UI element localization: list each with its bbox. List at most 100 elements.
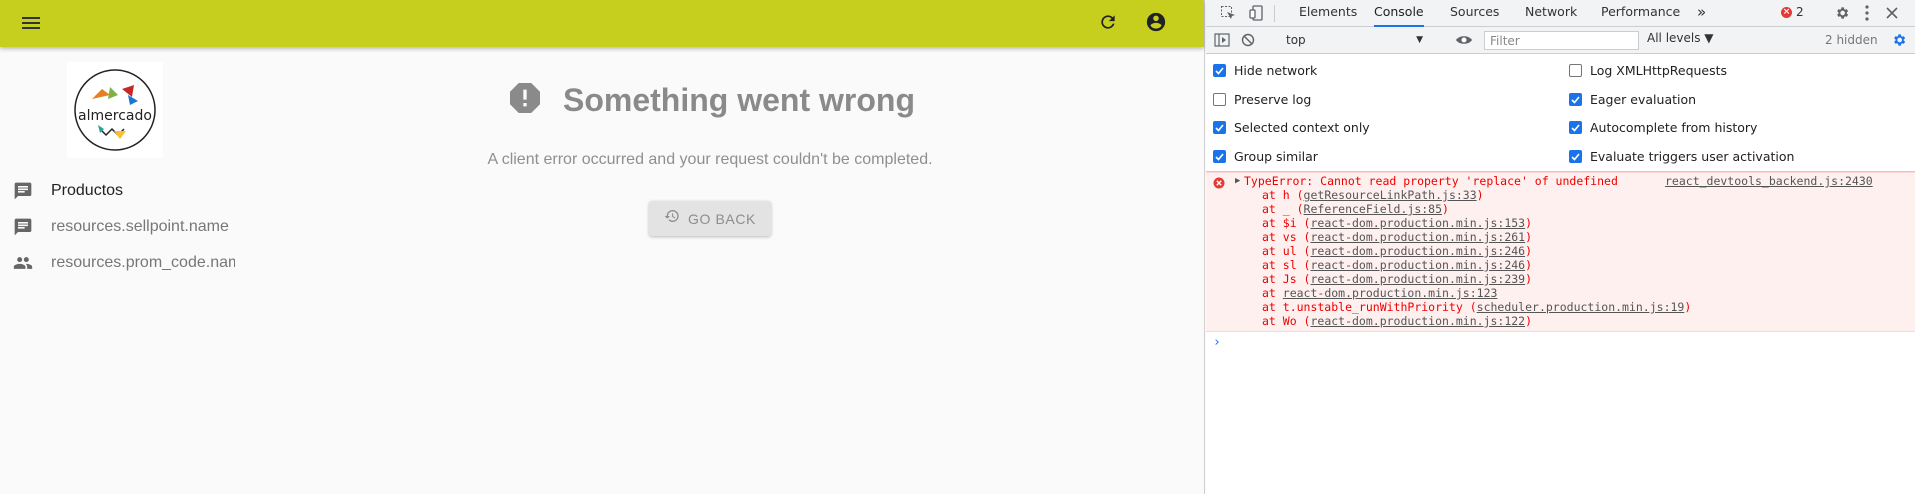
toolbar-divider: [1274, 5, 1275, 22]
console-toolbar: top ▼ All levels ▼ 2 hidden: [1206, 27, 1915, 54]
people-icon: [12, 252, 34, 274]
log-levels-dropdown[interactable]: All levels ▼: [1647, 31, 1714, 45]
stack-frame: at vs (react-dom.production.min.js:261): [1262, 230, 1533, 244]
account-circle-icon[interactable]: [1144, 10, 1168, 34]
option-label: Hide network: [1234, 63, 1318, 78]
checkbox-checked[interactable]: [1569, 121, 1582, 134]
stack-frame: at _ (ReferenceField.js:85): [1262, 202, 1449, 216]
sidebar-item-sellpoint[interactable]: resources.sellpoint.name: [0, 209, 240, 245]
error-counter[interactable]: × 2: [1781, 5, 1804, 19]
stack-frame: at t.unstable_runWithPriority (scheduler…: [1262, 300, 1692, 314]
log-xmlhttprequests-option[interactable]: Log XMLHttpRequests: [1569, 63, 1727, 78]
error-heading: Something went wrong: [430, 78, 990, 123]
history-icon: [664, 208, 680, 229]
sidebar-item-productos[interactable]: Productos: [0, 173, 240, 209]
menu-icon[interactable]: [19, 11, 43, 35]
error-title: Something went wrong: [563, 82, 915, 118]
app-bar: [0, 0, 1204, 47]
more-tabs-button[interactable]: »: [1697, 0, 1706, 27]
go-back-button[interactable]: GO BACK: [649, 201, 771, 236]
clear-console-icon[interactable]: [1239, 31, 1257, 49]
checkbox-checked[interactable]: [1569, 150, 1582, 163]
console-prompt[interactable]: ›: [1213, 335, 1221, 350]
tab-network[interactable]: Network: [1525, 0, 1577, 27]
stack-frame: at ul (react-dom.production.min.js:246): [1262, 244, 1533, 258]
error-subtitle: A client error occurred and your request…: [487, 151, 933, 168]
expand-triangle-icon[interactable]: ▶: [1235, 176, 1240, 186]
chat-icon: [12, 216, 34, 238]
tab-performance[interactable]: Performance: [1601, 0, 1680, 27]
stack-frame-link[interactable]: react-dom.production.min.js:239: [1310, 272, 1525, 286]
selected-context-only-option[interactable]: Selected context only: [1213, 120, 1370, 135]
checkbox-unchecked[interactable]: [1213, 93, 1226, 106]
stack-frame-link[interactable]: react-dom.production.min.js:246: [1310, 244, 1525, 258]
sidebar-item-prom-code[interactable]: resources.prom_code.name: [0, 245, 240, 281]
tab-console[interactable]: Console: [1374, 0, 1424, 27]
context-selector[interactable]: top ▼: [1283, 30, 1427, 50]
stack-frame: at Wo (react-dom.production.min.js:122): [1262, 314, 1533, 328]
settings-gear-icon[interactable]: [1833, 4, 1851, 22]
option-label: Autocomplete from history: [1590, 120, 1758, 135]
hide-network-option[interactable]: Hide network: [1213, 63, 1317, 78]
dropdown-arrow-icon: ▼: [1416, 35, 1423, 45]
devtools-tab-bar: Elements Console Sources Network Perform…: [1206, 0, 1915, 27]
stack-frame: at sl (react-dom.production.min.js:246): [1262, 258, 1533, 272]
stack-frame-link[interactable]: react-dom.production.min.js:123: [1283, 286, 1498, 300]
svg-text:almercado: almercado: [78, 108, 152, 124]
stack-frame-link[interactable]: getResourceLinkPath.js:33: [1304, 188, 1477, 202]
evaluate-triggers-user-activation-option[interactable]: Evaluate triggers user activation: [1569, 149, 1794, 164]
checkbox-checked[interactable]: [1213, 150, 1226, 163]
sidebar-nav: Productos resources.sellpoint.name resou…: [0, 173, 240, 281]
stack-frame-link[interactable]: scheduler.production.min.js:19: [1477, 300, 1685, 314]
error-source-link[interactable]: react_devtools_backend.js:2430: [1665, 174, 1873, 188]
error-icon: [1213, 177, 1225, 192]
group-similar-option[interactable]: Group similar: [1213, 149, 1318, 164]
stack-frame-link[interactable]: react-dom.production.min.js:246: [1310, 258, 1525, 272]
option-label: Eager evaluation: [1590, 92, 1697, 107]
error-panel: Something went wrong A client error occu…: [430, 78, 990, 236]
chat-icon: [12, 180, 34, 202]
eye-icon[interactable]: [1455, 31, 1473, 49]
tab-sources[interactable]: Sources: [1450, 0, 1499, 27]
stack-frame: at h (getResourceLinkPath.js:33): [1262, 188, 1484, 202]
console-settings: Hide network Log XMLHttpRequests Preserv…: [1206, 54, 1915, 172]
inspect-element-icon[interactable]: [1219, 4, 1237, 22]
eager-evaluation-option[interactable]: Eager evaluation: [1569, 92, 1696, 107]
refresh-icon[interactable]: [1096, 10, 1120, 34]
close-icon[interactable]: [1883, 4, 1901, 22]
option-label: Preserve log: [1234, 92, 1312, 107]
filter-input[interactable]: [1484, 31, 1639, 50]
stack-frame-link[interactable]: react-dom.production.min.js:153: [1310, 216, 1525, 230]
device-toolbar-icon[interactable]: [1248, 4, 1266, 22]
stack-frame: at $i (react-dom.production.min.js:153): [1262, 216, 1533, 230]
console-error-message: ▶ TypeError: Cannot read property 'repla…: [1206, 172, 1915, 332]
brand-logo: almercado: [67, 62, 163, 158]
sidebar-item-label: resources.prom_code.name: [51, 254, 235, 271]
more-options-icon[interactable]: [1858, 4, 1876, 22]
option-label: Evaluate triggers user activation: [1590, 149, 1795, 164]
checkbox-checked[interactable]: [1569, 93, 1582, 106]
app-pane: almercado Productos resources.sellpoint.…: [0, 0, 1205, 494]
checkbox-checked[interactable]: [1213, 64, 1226, 77]
error-text: TypeError: Cannot read property 'replace…: [1244, 174, 1618, 188]
stack-frame-link[interactable]: react-dom.production.min.js:122: [1310, 314, 1525, 328]
error-count: 2: [1796, 5, 1804, 19]
devtools-panel: Elements Console Sources Network Perform…: [1206, 0, 1915, 494]
option-label: Group similar: [1234, 149, 1318, 164]
stack-frame-link[interactable]: react-dom.production.min.js:261: [1310, 230, 1525, 244]
stack-frame-link[interactable]: ReferenceField.js:85: [1304, 202, 1442, 216]
option-label: Log XMLHttpRequests: [1590, 63, 1728, 78]
preserve-log-option[interactable]: Preserve log: [1213, 92, 1311, 107]
option-label: Selected context only: [1234, 120, 1370, 135]
stack-trace: at h (getResourceLinkPath.js:33) at _ (R…: [1262, 188, 1691, 328]
error-circle-icon: ×: [1781, 6, 1792, 18]
go-back-label: GO BACK: [688, 210, 756, 227]
console-settings-gear-icon[interactable]: [1890, 31, 1908, 49]
almercado-logo-image: almercado: [74, 69, 156, 151]
tab-elements[interactable]: Elements: [1299, 0, 1357, 27]
autocomplete-from-history-option[interactable]: Autocomplete from history: [1569, 120, 1757, 135]
checkbox-unchecked[interactable]: [1569, 64, 1582, 77]
sidebar-toggle-icon[interactable]: [1213, 31, 1231, 49]
stack-frame: at react-dom.production.min.js:123: [1262, 286, 1498, 300]
checkbox-checked[interactable]: [1213, 121, 1226, 134]
